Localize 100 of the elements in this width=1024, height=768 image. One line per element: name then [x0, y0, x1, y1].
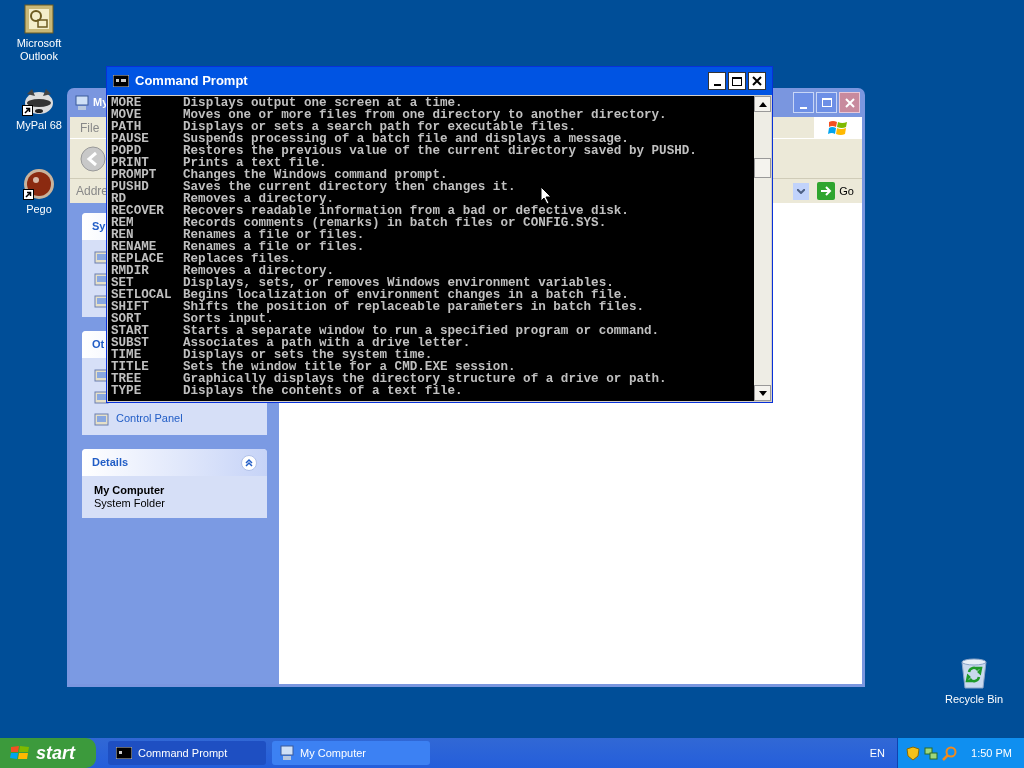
- panel-title[interactable]: Sy: [92, 218, 106, 235]
- network-icon[interactable]: [924, 745, 939, 761]
- command-description: Displays the contents of a text file.: [183, 385, 463, 397]
- command-description: Changes the Windows command prompt.: [183, 169, 448, 181]
- command-description: Removes a directory.: [183, 193, 335, 205]
- task-link[interactable]: Control Panel: [116, 410, 183, 427]
- close-icon: [844, 97, 855, 108]
- address-label: Addre: [76, 183, 106, 200]
- command-name: PRINT: [111, 157, 149, 169]
- command-name: PAUSE: [111, 133, 150, 145]
- minimize-icon: [800, 107, 807, 109]
- command-name: RECOVER: [111, 205, 165, 217]
- command-description: Displays or sets the system time.: [183, 349, 433, 361]
- console-icon: [116, 747, 132, 759]
- language-indicator[interactable]: EN: [869, 744, 886, 762]
- maximize-button[interactable]: [728, 72, 746, 90]
- command-name: SHIFT: [111, 301, 150, 313]
- command-description: Begins localization of environment changes in a batch file.: [183, 289, 629, 301]
- command-description: Associates a path with a drive letter.: [183, 337, 471, 349]
- detail-text: System Folder: [94, 497, 166, 510]
- clock: 1:50 PM: [971, 745, 1012, 761]
- scrollbar[interactable]: [754, 96, 771, 401]
- command-description: Recovers readable information from a bad or defective disk.: [183, 205, 629, 217]
- command-name: MOVE: [111, 109, 143, 121]
- computer-icon: [280, 745, 294, 761]
- scroll-thumb[interactable]: [754, 158, 771, 178]
- command-description: Removes a directory.: [183, 265, 335, 277]
- command-description: Suspends processing of a batch file and displays a message.: [183, 133, 629, 145]
- command-description: Renames a file or files.: [183, 241, 365, 253]
- command-description: Sorts input.: [183, 313, 274, 325]
- close-icon: [752, 76, 762, 86]
- desktop-icon-label[interactable]: Recycle Bin: [944, 693, 1004, 706]
- windows-flag-icon: [828, 118, 848, 137]
- minimize-button[interactable]: [708, 72, 726, 90]
- scroll-down-button[interactable]: [754, 385, 771, 401]
- command-description: Moves one or more files from one directory to another directory.: [183, 109, 667, 121]
- start-button[interactable]: start: [0, 738, 96, 768]
- raccoon-icon: [22, 86, 56, 116]
- address-dropdown-button[interactable]: [793, 182, 810, 200]
- command-name: RMDIR: [111, 265, 150, 277]
- collapse-chevron-icon[interactable]: [241, 454, 257, 471]
- command-description: Records comments (remarks) in batch files or CONFIG.SYS.: [183, 217, 607, 229]
- console-icon: [113, 75, 129, 87]
- command-description: Renames a file or files.: [183, 229, 365, 241]
- command-name: PROMPT: [111, 169, 158, 181]
- recycle-bin-icon: [959, 658, 989, 690]
- command-description: Saves the current directory then changes it.: [183, 181, 516, 193]
- scroll-up-icon[interactable]: [758, 101, 767, 107]
- shield-icon[interactable]: [906, 745, 921, 761]
- command-name: SETLOCAL: [111, 289, 173, 301]
- shortcut-arrow-icon: [22, 105, 33, 116]
- taskbar-button[interactable]: Command Prompt: [108, 741, 266, 765]
- panel-title[interactable]: Details: [92, 454, 129, 471]
- desktop-icon-label[interactable]: Microsoft Outlook: [3, 37, 75, 63]
- command-name: RENAME: [111, 241, 157, 253]
- command-description: Prints a text file.: [183, 157, 327, 169]
- scroll-up-button[interactable]: [754, 96, 771, 112]
- command-name: PUSHD: [111, 181, 150, 193]
- command-name: MORE: [111, 97, 143, 109]
- command-description: Restores the previous value of the current directory saved by PUSHD.: [183, 145, 697, 157]
- computer-icon: [74, 94, 90, 111]
- panel-title[interactable]: Ot: [92, 336, 105, 353]
- command-name: TIME: [111, 349, 142, 361]
- command-description: Sets the window title for a CMD.EXE session.: [183, 361, 516, 373]
- command-name: TREE: [111, 373, 143, 385]
- command-description: Shifts the position of replaceable parameters in batch files.: [183, 301, 644, 313]
- go-button[interactable]: Go: [817, 182, 854, 200]
- command-description: Displays, sets, or removes Windows environment variables.: [183, 277, 614, 289]
- command-description: Replaces files.: [183, 253, 297, 265]
- desktop-icon-label[interactable]: MyPal 68: [16, 119, 62, 132]
- maximize-icon: [821, 98, 832, 107]
- shortcut-arrow-icon: [23, 189, 34, 200]
- command-name: RD: [111, 193, 127, 205]
- command-description: Displays output one screen at a time.: [183, 97, 463, 109]
- command-name: SET: [111, 277, 134, 289]
- command-name: REPLACE: [111, 253, 165, 265]
- desktop-icon-label[interactable]: Pego: [26, 203, 52, 216]
- command-name: START: [111, 325, 150, 337]
- calendar-clock-icon: [24, 4, 54, 34]
- command-description: Graphically displays the directory structure of a drive or path.: [183, 373, 667, 385]
- command-name: TYPE: [111, 385, 143, 397]
- window-title: Command Prompt: [135, 72, 249, 91]
- taskbar-button[interactable]: My Computer: [272, 741, 430, 765]
- command-name: REN: [111, 229, 134, 241]
- mouse-pointer-icon: [540, 186, 552, 205]
- close-button[interactable]: [748, 72, 766, 90]
- detail-text: My Computer: [94, 484, 166, 497]
- scroll-down-icon[interactable]: [758, 390, 767, 396]
- windows-flag-icon: [10, 744, 30, 762]
- command-name: SORT: [111, 313, 142, 325]
- command-name: SUBST: [111, 337, 150, 349]
- command-description: Starts a separate window to run a specified program or command.: [183, 325, 660, 337]
- command-description: Displays or sets a search path for executable files.: [183, 121, 576, 133]
- command-name: TITLE: [111, 361, 150, 373]
- caret-icon: [797, 188, 806, 194]
- command-name: PATH: [111, 121, 142, 133]
- minimize-icon: [713, 84, 721, 86]
- command-name: REM: [111, 217, 135, 229]
- maximize-icon: [732, 76, 742, 86]
- command-name: POPD: [111, 145, 142, 157]
